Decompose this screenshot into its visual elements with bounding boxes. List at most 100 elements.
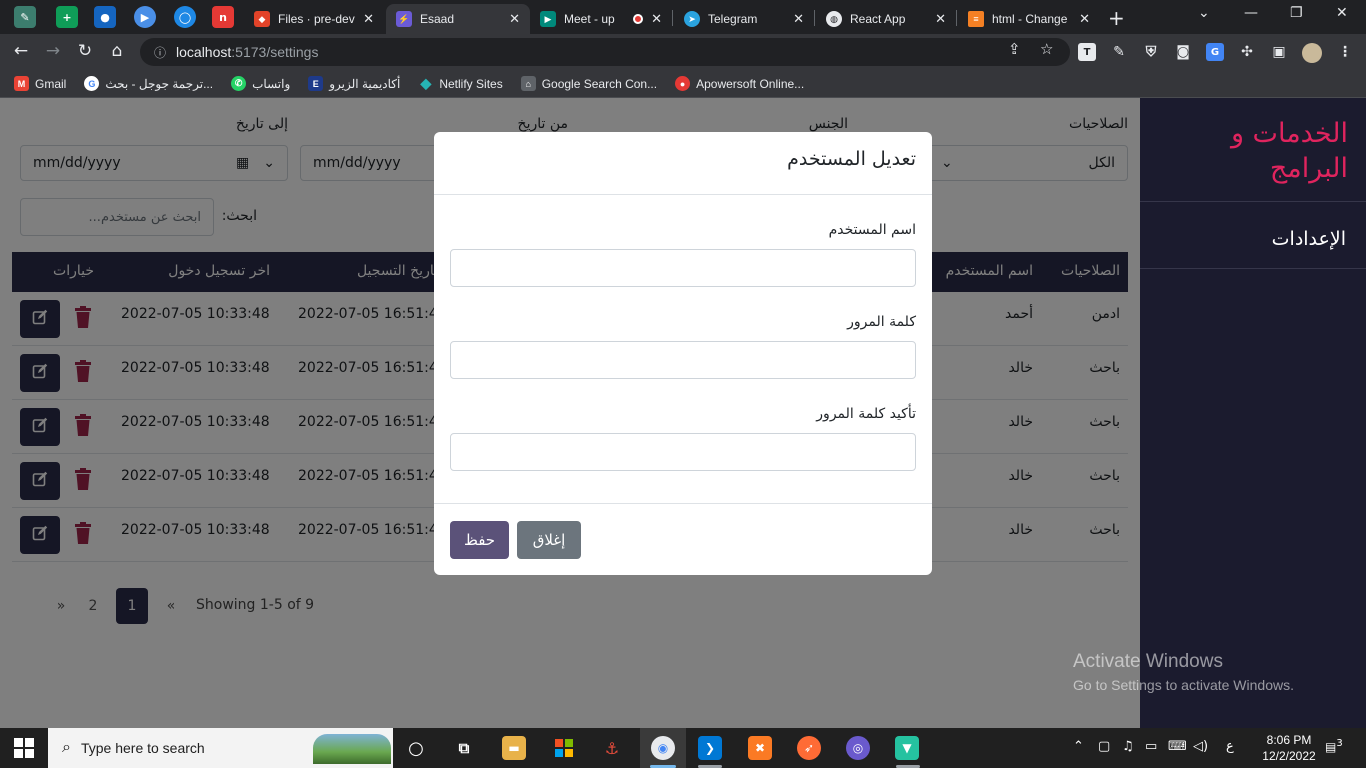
new-tab-button[interactable]: + xyxy=(1108,6,1125,30)
bookmarks-bar: M Gmail G ترجمة جوجل - بحث... ✆ واتساب E أكا… xyxy=(0,70,1366,98)
share-icon[interactable]: ⇪ xyxy=(1008,40,1021,58)
window-close-icon[interactable]: ✕ xyxy=(1336,5,1348,21)
camera-icon: ● xyxy=(100,10,110,24)
sidebar-item-settings[interactable]: الإعدادات xyxy=(1272,228,1346,250)
cortana-icon[interactable]: ○ xyxy=(404,736,428,760)
play-icon: ▶ xyxy=(140,10,150,24)
tab-react-app[interactable]: ◍ React App ✕ xyxy=(816,4,956,34)
meet-icon: ▶ xyxy=(540,11,556,27)
sidebar-divider xyxy=(1140,201,1366,202)
browser-toolbar: ← → ↻ ⌂ ⓘ localhost:5173/settings ⇪ ☆ T … xyxy=(0,34,1366,70)
username-label: اسم المستخدم xyxy=(828,222,916,238)
xampp-icon[interactable]: ✖ xyxy=(748,736,772,760)
chrome-icon[interactable]: ◉ xyxy=(651,736,675,760)
uploader-icon[interactable]: ⚓ xyxy=(600,736,624,760)
translate-extension-icon[interactable]: G xyxy=(1206,43,1224,61)
save-button[interactable]: حفظ xyxy=(450,521,509,559)
privacy-app-icon[interactable]: ◎ xyxy=(846,736,870,760)
password-field[interactable] xyxy=(450,341,916,379)
pinned-tab-camera[interactable]: ● xyxy=(94,6,116,28)
text-extension-icon[interactable]: T xyxy=(1078,43,1096,61)
pen-extension-icon[interactable]: ✎ xyxy=(1110,43,1128,61)
google-icon: G xyxy=(84,76,100,91)
tab-html-change[interactable]: ≡ html - Change ✕ xyxy=(958,4,1100,34)
bookmark-netlify[interactable]: ◆ Netlify Sites xyxy=(418,75,502,91)
bookmark-apowersoft[interactable]: ● Apowersoft Online... xyxy=(675,76,804,91)
tab-meet[interactable]: ▶ Meet - up ✕ xyxy=(530,4,672,34)
tab-telegram[interactable]: ➤ Telegram ✕ xyxy=(674,4,814,34)
battery-icon[interactable]: ▭ xyxy=(1145,739,1157,754)
site-info-icon[interactable]: ⓘ xyxy=(154,44,166,61)
activate-windows-watermark: Activate Windows Go to Settings to activ… xyxy=(1073,651,1294,693)
volume-icon[interactable]: ◁) xyxy=(1193,739,1208,754)
gmail-icon: M xyxy=(14,76,29,91)
shield-extension-icon[interactable]: ⛨ xyxy=(1142,43,1160,61)
notifications-icon[interactable]: ▤3 xyxy=(1325,738,1343,754)
reload-icon[interactable]: ↻ xyxy=(74,41,96,61)
username-field[interactable] xyxy=(450,249,916,287)
profile-avatar[interactable] xyxy=(1302,43,1322,63)
close-icon[interactable]: ✕ xyxy=(1079,11,1090,27)
minimize-icon[interactable]: — xyxy=(1244,5,1258,21)
vite-icon: ⚡ xyxy=(396,11,412,27)
page: الصلاحيات الكل ⌄ الجنس من تاريخ mm/dd/yy… xyxy=(0,98,1366,728)
forward-icon[interactable]: → xyxy=(42,41,64,61)
side-panel-icon[interactable]: ▣ xyxy=(1270,43,1288,61)
close-icon[interactable]: ✕ xyxy=(509,11,520,27)
close-button[interactable]: إغلاق xyxy=(517,521,581,559)
feather-icon: ✎ xyxy=(20,10,30,24)
e-icon: E xyxy=(308,76,324,91)
pinned-tab-feather[interactable]: ✎ xyxy=(14,6,36,28)
task-view-icon[interactable]: ⧉ xyxy=(452,736,476,760)
search-console-icon: ⌂ xyxy=(520,76,536,91)
taskbar-clock[interactable]: 8:06 PM 12/2/2022 xyxy=(1256,732,1322,764)
camera-extension-icon[interactable]: ◙ xyxy=(1174,43,1192,61)
close-icon[interactable]: ✕ xyxy=(935,11,946,27)
confirm-password-field[interactable] xyxy=(450,433,916,471)
tab-files[interactable]: ◆ Files · pre-deve ✕ xyxy=(244,4,384,34)
postman-icon[interactable]: ➶ xyxy=(797,736,821,760)
store-icon[interactable] xyxy=(552,736,576,760)
telegram-icon: ➤ xyxy=(684,11,700,27)
extensions-puzzle-icon[interactable]: ✣ xyxy=(1238,43,1256,61)
file-explorer-icon[interactable]: ▬ xyxy=(502,736,526,760)
microphone-icon[interactable]: ♫ xyxy=(1122,739,1134,754)
bookmark-google-translate[interactable]: G ترجمة جوجل - بحث... xyxy=(84,76,213,91)
input-language[interactable]: ع xyxy=(1226,739,1234,754)
network-icon[interactable]: ⌨ xyxy=(1168,739,1187,754)
home-icon[interactable]: ⌂ xyxy=(106,41,128,61)
vite-app-icon[interactable]: ▼ xyxy=(895,736,919,760)
tab-esaad[interactable]: ⚡ Esaad ✕ xyxy=(386,4,530,34)
circle-icon: ◯ xyxy=(178,10,192,24)
edit-user-modal: تعديل المستخدم اسم المستخدم كلمة المرور … xyxy=(434,132,932,575)
address-bar[interactable]: ⓘ localhost:5173/settings xyxy=(140,38,1070,66)
bookmark-whatsapp[interactable]: ✆ واتساب xyxy=(231,76,290,91)
bookmark-zero-academy[interactable]: E أكاديمية الزيرو xyxy=(308,76,400,91)
meet-now-icon[interactable]: ▢ xyxy=(1098,739,1110,754)
bookmark-star-icon[interactable]: ☆ xyxy=(1040,40,1053,58)
modal-footer-divider xyxy=(434,503,932,504)
n-icon: n xyxy=(219,10,227,24)
menu-kebab-icon[interactable]: ⋮ xyxy=(1336,43,1354,61)
tab-search-icon[interactable]: ⌄ xyxy=(1198,5,1210,21)
whatsapp-icon: ✆ xyxy=(231,76,247,91)
brand-title[interactable]: الخدمات و البرامج xyxy=(1148,116,1348,186)
close-icon[interactable]: ✕ xyxy=(651,11,662,27)
windows-start-icon[interactable] xyxy=(14,738,34,758)
taskbar-search[interactable]: ⌕ Type here to search xyxy=(48,728,393,768)
pinned-tab-play[interactable]: ▶ xyxy=(134,6,156,28)
restore-icon[interactable]: ❐ xyxy=(1290,5,1303,21)
bookmark-search-console[interactable]: ⌂ Google Search Con... xyxy=(520,76,657,91)
pinned-tab-circle[interactable]: ◯ xyxy=(174,6,196,28)
close-icon[interactable]: ✕ xyxy=(363,11,374,27)
vscode-icon[interactable]: ❯ xyxy=(698,736,722,760)
sidebar: الخدمات و البرامج الإعدادات xyxy=(1140,98,1366,728)
close-icon[interactable]: ✕ xyxy=(793,11,804,27)
bookmark-gmail[interactable]: M Gmail xyxy=(14,76,66,91)
pinned-tab-sheets[interactable]: + xyxy=(56,6,78,28)
pinned-tab-n[interactable]: n xyxy=(212,6,234,28)
back-icon[interactable]: ← xyxy=(10,41,32,61)
tray-expand-icon[interactable]: ⌃ xyxy=(1073,739,1084,754)
sidebar-divider xyxy=(1140,268,1366,269)
gitlab-icon: ◆ xyxy=(254,11,270,27)
